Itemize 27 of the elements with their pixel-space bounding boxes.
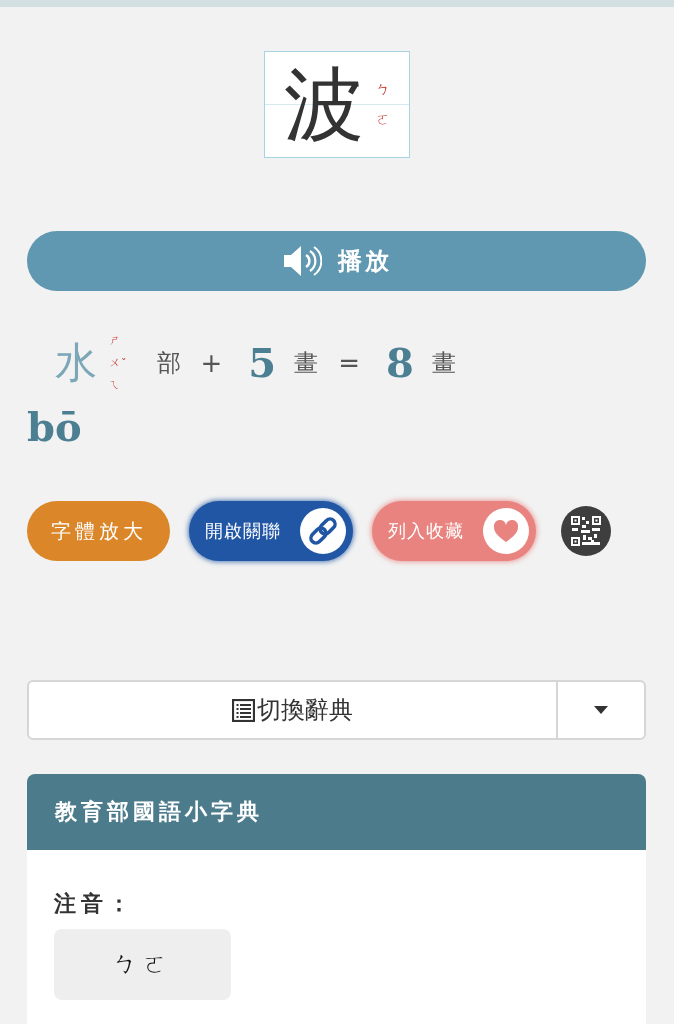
add-favorite-button[interactable]: 列入收藏 bbox=[372, 501, 536, 561]
dictionary-title: 教育部國語小字典 bbox=[27, 774, 646, 850]
equals-sign: = bbox=[338, 350, 360, 376]
qr-code-button[interactable] bbox=[561, 506, 611, 556]
caret-down-icon bbox=[594, 706, 608, 714]
enlarge-font-button[interactable]: 字體放大 bbox=[27, 501, 170, 561]
speaker-icon bbox=[281, 244, 322, 278]
open-links-button[interactable]: 開啟關聯 bbox=[189, 501, 353, 561]
tone-mark: ˇ bbox=[121, 357, 127, 369]
stroke-unit: 畫 bbox=[294, 351, 319, 375]
zhuyin-value: ㄅㄛ bbox=[54, 928, 231, 1000]
switch-dictionary-button[interactable]: 切換辭典 bbox=[27, 680, 557, 740]
stroke-unit: 畫 bbox=[431, 351, 456, 375]
field-label: 注音： bbox=[54, 890, 135, 918]
play-button[interactable]: 播放 bbox=[27, 231, 646, 291]
character-glyph: 波 bbox=[283, 64, 364, 145]
radical-glyph: 水 bbox=[55, 342, 97, 384]
pinyin: bō bbox=[27, 407, 82, 447]
plus-sign: + bbox=[200, 350, 223, 376]
character-zhuyin: ㄅㄛ bbox=[375, 80, 390, 129]
radical-zhuyin: ㄕㄨㄟ bbox=[109, 333, 120, 393]
list-icon bbox=[232, 698, 255, 722]
total-stroke-count: 8 bbox=[385, 343, 414, 383]
link-icon bbox=[300, 508, 346, 554]
qr-code-icon bbox=[571, 516, 601, 546]
extra-stroke-count: 5 bbox=[248, 343, 277, 383]
radical-label: 部 bbox=[156, 351, 181, 375]
